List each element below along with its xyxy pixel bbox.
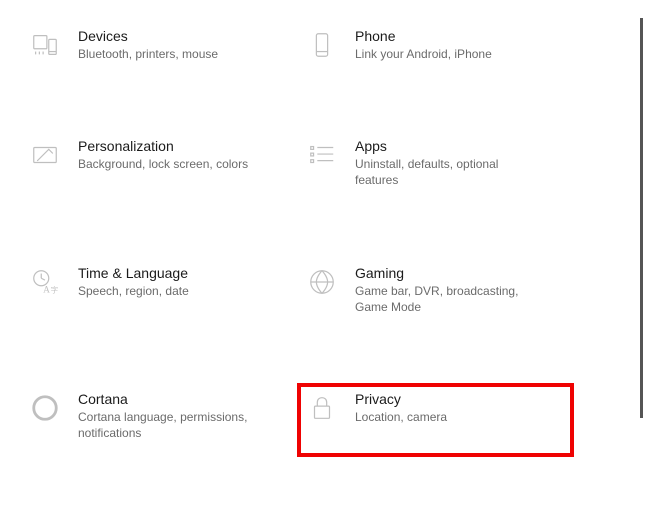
cortana-icon	[28, 391, 62, 425]
privacy-lock-icon	[305, 391, 339, 425]
tile-subtitle: Background, lock screen, colors	[78, 156, 248, 172]
tile-text: Cortana Cortana language, permissions, n…	[78, 391, 258, 441]
tile-title: Gaming	[355, 265, 535, 281]
tile-subtitle: Uninstall, defaults, optional features	[355, 156, 535, 188]
tile-text: Apps Uninstall, defaults, optional featu…	[355, 138, 535, 188]
settings-grid: Devices Bluetooth, printers, mouse Phone…	[0, 0, 590, 477]
svg-text:字: 字	[51, 284, 59, 294]
svg-text:A: A	[43, 285, 50, 295]
tile-text: Devices Bluetooth, printers, mouse	[78, 28, 218, 62]
tile-apps[interactable]: Apps Uninstall, defaults, optional featu…	[301, 134, 570, 200]
tile-subtitle: Location, camera	[355, 409, 447, 425]
tile-title: Privacy	[355, 391, 447, 407]
tile-subtitle: Speech, region, date	[78, 283, 189, 299]
tile-phone[interactable]: Phone Link your Android, iPhone	[301, 24, 570, 74]
tile-subtitle: Cortana language, permissions, notificat…	[78, 409, 258, 441]
tile-text: Personalization Background, lock screen,…	[78, 138, 248, 172]
tile-title: Cortana	[78, 391, 258, 407]
tile-title: Time & Language	[78, 265, 189, 281]
personalization-icon	[28, 138, 62, 172]
tile-time-language[interactable]: A 字 Time & Language Speech, region, date	[24, 261, 293, 327]
tile-text: Time & Language Speech, region, date	[78, 265, 189, 299]
tile-text: Privacy Location, camera	[355, 391, 447, 425]
tile-text: Phone Link your Android, iPhone	[355, 28, 492, 62]
tile-text: Gaming Game bar, DVR, broadcasting, Game…	[355, 265, 535, 315]
tile-title: Apps	[355, 138, 535, 154]
tile-devices[interactable]: Devices Bluetooth, printers, mouse	[24, 24, 293, 74]
tile-cortana[interactable]: Cortana Cortana language, permissions, n…	[24, 387, 293, 453]
tile-title: Personalization	[78, 138, 248, 154]
tile-title: Devices	[78, 28, 218, 44]
tile-title: Phone	[355, 28, 492, 44]
tile-subtitle: Link your Android, iPhone	[355, 46, 492, 62]
tile-subtitle: Bluetooth, printers, mouse	[78, 46, 218, 62]
tile-personalization[interactable]: Personalization Background, lock screen,…	[24, 134, 293, 200]
tile-subtitle: Game bar, DVR, broadcasting, Game Mode	[355, 283, 535, 315]
phone-icon	[305, 28, 339, 62]
tile-privacy[interactable]: Privacy Location, camera	[297, 383, 574, 457]
gaming-icon	[305, 265, 339, 299]
apps-icon	[305, 138, 339, 172]
vertical-scrollbar[interactable]	[640, 18, 643, 418]
time-language-icon: A 字	[28, 265, 62, 299]
devices-icon	[28, 28, 62, 62]
tile-gaming[interactable]: Gaming Game bar, DVR, broadcasting, Game…	[301, 261, 570, 327]
